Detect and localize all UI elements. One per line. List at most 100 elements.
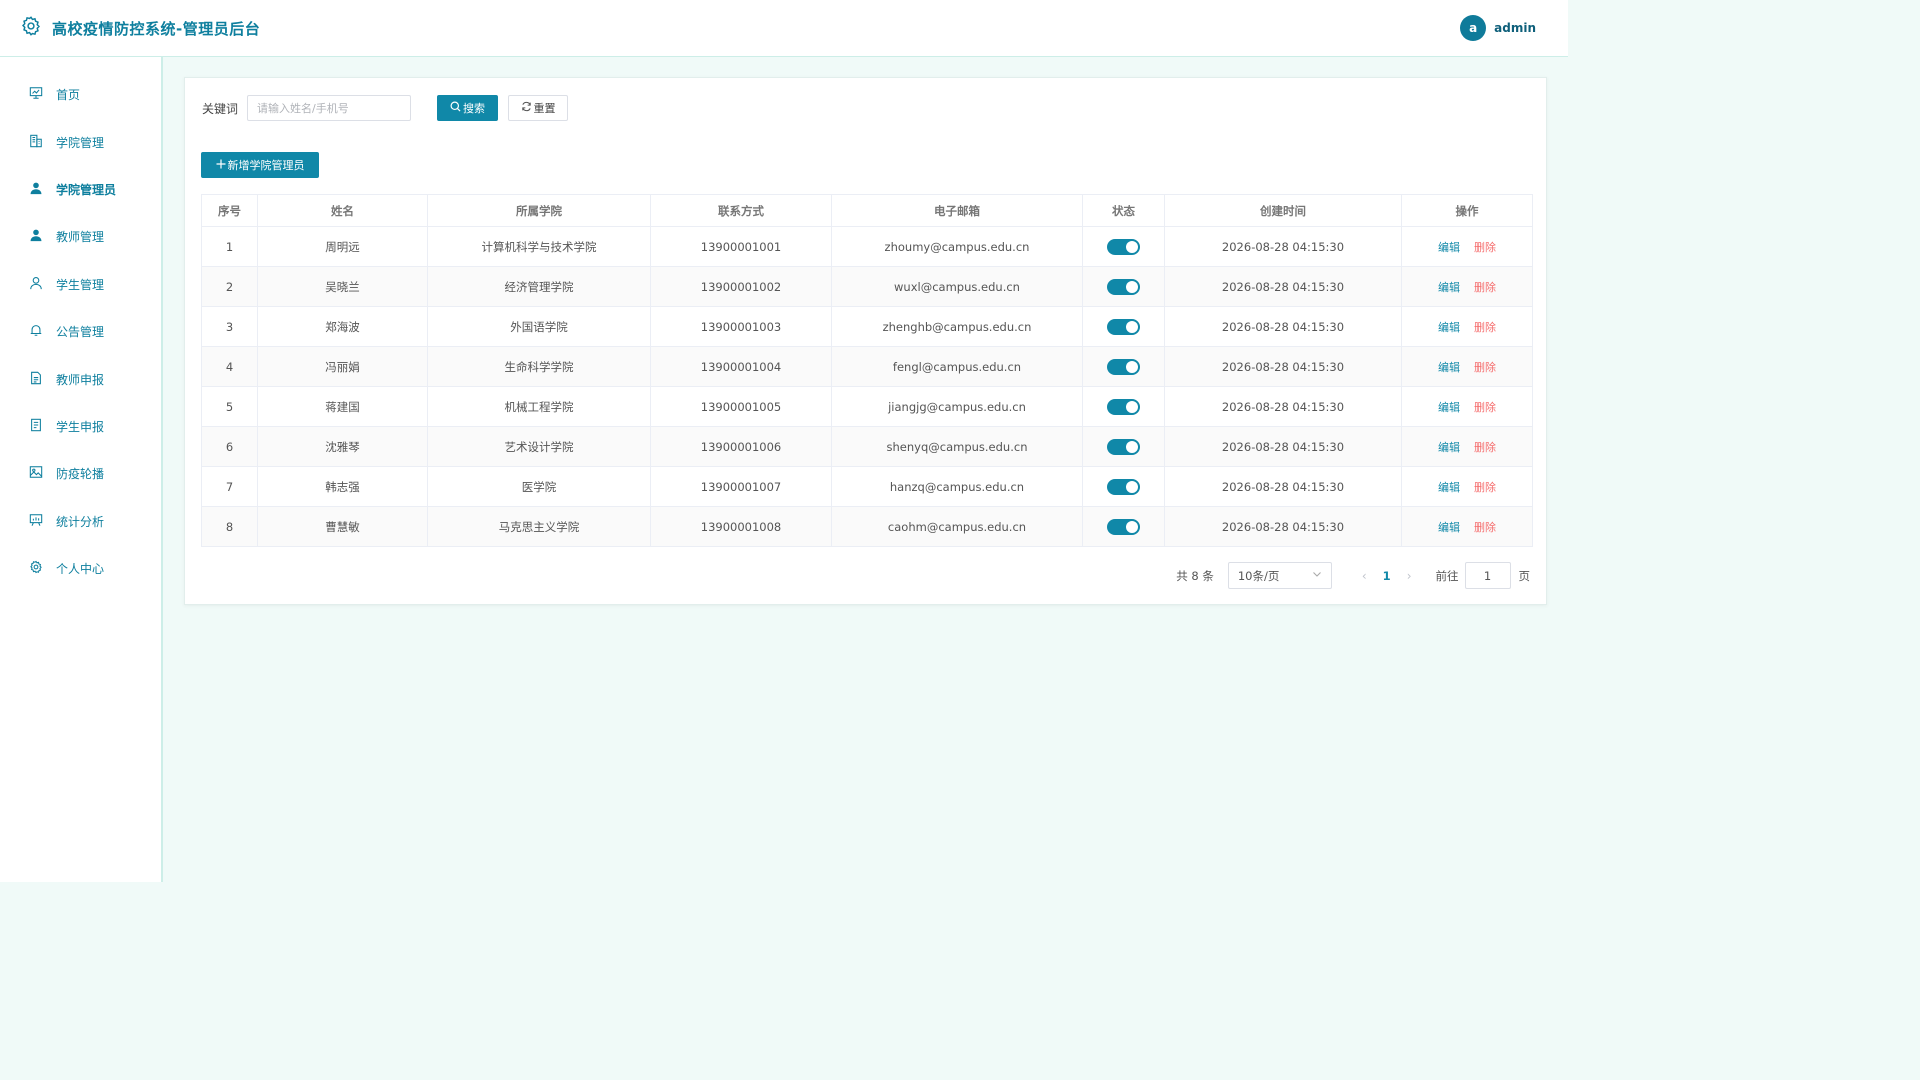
data-board-icon xyxy=(29,513,43,530)
cell-phone: 13900001008 xyxy=(650,506,832,547)
pagination-total: 共 8 条 xyxy=(1176,568,1214,583)
edit-button[interactable]: 编辑 xyxy=(1438,321,1460,334)
column-header: 创建时间 xyxy=(1164,194,1402,227)
status-toggle[interactable] xyxy=(1107,398,1140,415)
chevron-right-icon[interactable]: › xyxy=(1407,569,1412,583)
cell-phone: 13900001004 xyxy=(650,346,832,387)
reset-button[interactable]: 重置 xyxy=(508,95,569,121)
sidebar-item-teacher-report[interactable]: 教师申报 xyxy=(0,355,161,402)
table-row: 2 吴晓兰 经济管理学院 13900001002 wuxl@campus.edu.cn 2… xyxy=(201,266,1533,307)
search-bar: 关键词 搜索 重置 xyxy=(202,95,569,121)
delete-button[interactable]: 删除 xyxy=(1474,441,1496,454)
username[interactable]: admin xyxy=(1494,21,1536,35)
column-header: 状态 xyxy=(1082,194,1165,227)
table-row: 4 冯丽娟 生命科学学院 13900001004 fengl@campus.edu.cn… xyxy=(201,346,1533,387)
document-icon xyxy=(29,371,43,388)
cell-no: 7 xyxy=(201,466,258,507)
cell-actions: 编辑 删除 xyxy=(1401,506,1533,547)
delete-button[interactable]: 删除 xyxy=(1474,281,1496,294)
user-menu[interactable]: a admin xyxy=(1460,15,1548,41)
cell-name: 冯丽娟 xyxy=(257,346,428,387)
status-toggle[interactable] xyxy=(1107,518,1140,535)
delete-button[interactable]: 删除 xyxy=(1474,521,1496,534)
goto-page-input[interactable] xyxy=(1464,562,1511,589)
edit-button[interactable]: 编辑 xyxy=(1438,481,1460,494)
cell-status xyxy=(1082,266,1165,307)
cell-name: 曹慧敏 xyxy=(257,506,428,547)
column-header: 操作 xyxy=(1401,194,1533,227)
cell-created: 2026-08-28 04:15:30 xyxy=(1164,306,1402,347)
delete-button[interactable]: 删除 xyxy=(1474,481,1496,494)
edit-button[interactable]: 编辑 xyxy=(1438,401,1460,414)
chevron-left-icon[interactable]: ‹ xyxy=(1362,569,1367,583)
main-card: 关键词 搜索 重置 新增学院管理员 xyxy=(184,77,1547,605)
edit-button[interactable]: 编辑 xyxy=(1438,521,1460,534)
chevron-down-icon xyxy=(1312,569,1322,582)
sidebar-item-home[interactable]: 首页 xyxy=(0,71,161,118)
presentation-icon xyxy=(29,86,43,103)
cell-college: 机械工程学院 xyxy=(427,386,651,427)
sidebar-item-student[interactable]: 学生管理 xyxy=(0,261,161,308)
cell-no: 5 xyxy=(201,386,258,427)
delete-button[interactable]: 删除 xyxy=(1474,321,1496,334)
delete-button[interactable]: 删除 xyxy=(1474,401,1496,414)
delete-button[interactable]: 删除 xyxy=(1474,361,1496,374)
sidebar-item-notice[interactable]: 公告管理 xyxy=(0,308,161,355)
plus-icon xyxy=(216,159,226,172)
sidebar-item-statistics[interactable]: 统计分析 xyxy=(0,498,161,545)
sidebar-item-profile[interactable]: 个人中心 xyxy=(0,545,161,592)
cell-no: 8 xyxy=(201,506,258,547)
page-number[interactable]: 1 xyxy=(1383,569,1391,583)
status-toggle[interactable] xyxy=(1107,438,1140,455)
cell-status xyxy=(1082,346,1165,387)
edit-button[interactable]: 编辑 xyxy=(1438,361,1460,374)
cell-phone: 13900001005 xyxy=(650,386,832,427)
cell-phone: 13900001003 xyxy=(650,306,832,347)
cell-name: 周明远 xyxy=(257,226,428,267)
user-filled-icon xyxy=(29,181,43,198)
sidebar-item-teacher[interactable]: 教师管理 xyxy=(0,213,161,260)
cell-status xyxy=(1082,306,1165,347)
edit-button[interactable]: 编辑 xyxy=(1438,241,1460,254)
cell-status xyxy=(1082,386,1165,427)
cell-college: 外国语学院 xyxy=(427,306,651,347)
status-toggle[interactable] xyxy=(1107,318,1140,335)
keyword-label: 关键词 xyxy=(202,101,239,116)
college-admin-table: 序号 姓名 所属学院 联系方式 电子邮箱 状态 创建时间 操作 1 周明远 计算机科… xyxy=(201,194,1533,547)
edit-button[interactable]: 编辑 xyxy=(1438,441,1460,454)
status-toggle[interactable] xyxy=(1107,478,1140,495)
cell-status xyxy=(1082,506,1165,547)
search-input[interactable] xyxy=(247,95,412,121)
cell-no: 2 xyxy=(201,266,258,307)
table-row: 6 沈雅琴 艺术设计学院 13900001006 shenyq@campus.edu.c… xyxy=(201,426,1533,467)
gear-icon xyxy=(29,560,43,577)
cell-status xyxy=(1082,426,1165,467)
cell-no: 1 xyxy=(201,226,258,267)
tickets-icon xyxy=(29,418,43,435)
sidebar-item-carousel[interactable]: 防疫轮播 xyxy=(0,450,161,497)
cell-college: 计算机科学与技术学院 xyxy=(427,226,651,267)
table-row: 8 曹慧敏 马克思主义学院 13900001008 caohm@campus.edu.c… xyxy=(201,506,1533,547)
cell-created: 2026-08-28 04:15:30 xyxy=(1164,346,1402,387)
edit-button[interactable]: 编辑 xyxy=(1438,281,1460,294)
cell-email: hanzq@campus.edu.cn xyxy=(831,466,1083,507)
status-toggle[interactable] xyxy=(1107,238,1140,255)
sidebar-item-student-report[interactable]: 学生申报 xyxy=(0,403,161,450)
status-toggle[interactable] xyxy=(1107,278,1140,295)
search-button[interactable]: 搜索 xyxy=(437,95,499,121)
column-header: 序号 xyxy=(201,194,258,227)
cell-actions: 编辑 删除 xyxy=(1401,266,1533,307)
sidebar-item-college[interactable]: 学院管理 xyxy=(0,118,161,165)
table-row: 3 郑海波 外国语学院 13900001003 zhenghb@campus.edu.c… xyxy=(201,306,1533,347)
cell-email: zhenghb@campus.edu.cn xyxy=(831,306,1083,347)
status-toggle[interactable] xyxy=(1107,358,1140,375)
cell-actions: 编辑 删除 xyxy=(1401,426,1533,467)
delete-button[interactable]: 删除 xyxy=(1474,241,1496,254)
sidebar-item-college-admin[interactable]: 学院管理员 xyxy=(0,166,161,213)
table-row: 1 周明远 计算机科学与技术学院 13900001001 zhoumy@campus.e… xyxy=(201,226,1533,267)
add-college-admin-button[interactable]: 新增学院管理员 xyxy=(201,152,319,178)
cell-email: zhoumy@campus.edu.cn xyxy=(831,226,1083,267)
avatar[interactable]: a xyxy=(1460,15,1487,41)
page-size-select[interactable]: 10条/页 xyxy=(1227,562,1332,589)
cell-phone: 13900001006 xyxy=(650,426,832,467)
